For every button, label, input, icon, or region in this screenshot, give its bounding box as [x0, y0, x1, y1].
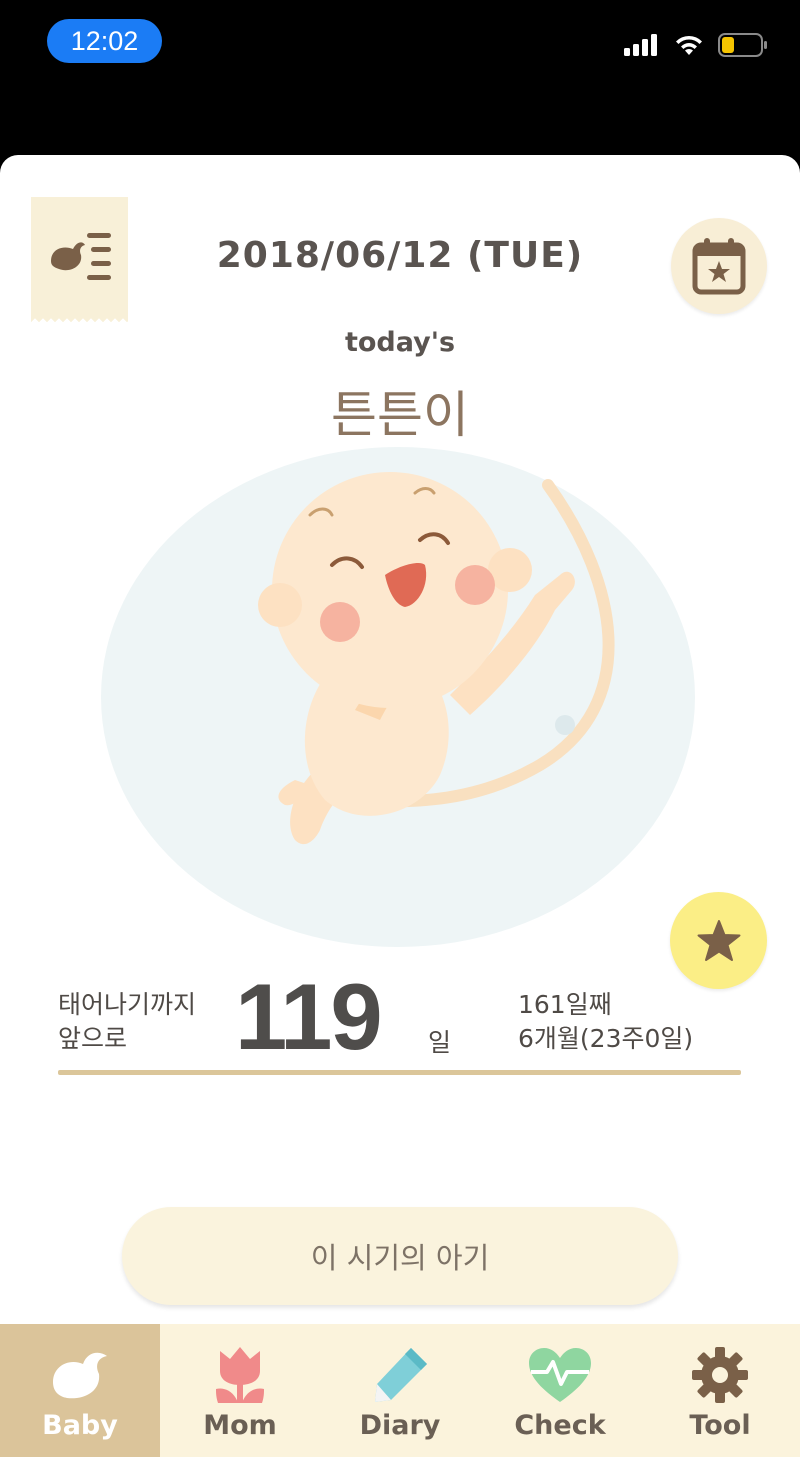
pregnancy-age: 161일째 6개월(23주0일): [518, 988, 693, 1056]
countdown-label-line1: 태어나기까지: [58, 990, 197, 1019]
tab-mom[interactable]: Mom: [160, 1324, 320, 1457]
bottom-tab-bar: Baby Mom Diary Check Tool: [0, 1324, 800, 1457]
main-card: 2018/06/12 (TUE) today's 튼튼이 태어나기까지 앞으로 …: [0, 155, 800, 1457]
tab-baby[interactable]: Baby: [0, 1324, 160, 1457]
wifi-icon: [676, 35, 702, 55]
star-icon: [697, 919, 740, 961]
month-week-age: 6개월(23주0일): [518, 1024, 694, 1053]
favorite-button[interactable]: [670, 892, 767, 989]
days-remaining: 119: [235, 964, 383, 1069]
todays-label: today's: [344, 327, 456, 358]
countdown-label: 태어나기까지 앞으로: [58, 988, 196, 1056]
divider: [58, 1070, 741, 1075]
tab-check[interactable]: Check: [480, 1324, 640, 1457]
diary-list-button[interactable]: [31, 197, 128, 323]
status-bar: 12:02: [0, 0, 800, 150]
tab-label-baby: Baby: [42, 1410, 118, 1441]
baby-this-period-button[interactable]: 이 시기의 아기: [122, 1207, 678, 1305]
tab-label-diary: Diary: [359, 1410, 441, 1441]
tab-label-tool: Tool: [689, 1410, 751, 1441]
day-count: 161일째: [518, 990, 612, 1019]
bird-icon: [45, 1342, 115, 1408]
tab-tool[interactable]: Tool: [640, 1324, 800, 1457]
fetus-illustration: [101, 447, 695, 947]
calendar-star-icon: [692, 238, 746, 295]
tab-diary[interactable]: Diary: [320, 1324, 480, 1457]
gear-icon: [685, 1342, 755, 1408]
tab-label-check: Check: [514, 1410, 606, 1441]
calendar-button[interactable]: [671, 218, 767, 314]
battery-icon: [718, 33, 767, 57]
signal-icon: [624, 34, 657, 56]
baby-name: 튼튼이: [331, 386, 469, 444]
tulip-icon: [205, 1342, 275, 1408]
tab-label-mom: Mom: [203, 1410, 277, 1441]
status-time: 12:02: [47, 19, 162, 63]
days-unit: 일: [428, 1028, 452, 1057]
heart-pulse-icon: [525, 1342, 595, 1408]
pencil-icon: [365, 1342, 435, 1408]
countdown-label-line2: 앞으로: [58, 1024, 128, 1053]
bird-list-icon: [50, 233, 111, 280]
current-date: 2018/06/12 (TUE): [216, 235, 584, 276]
status-icons: [624, 33, 768, 57]
